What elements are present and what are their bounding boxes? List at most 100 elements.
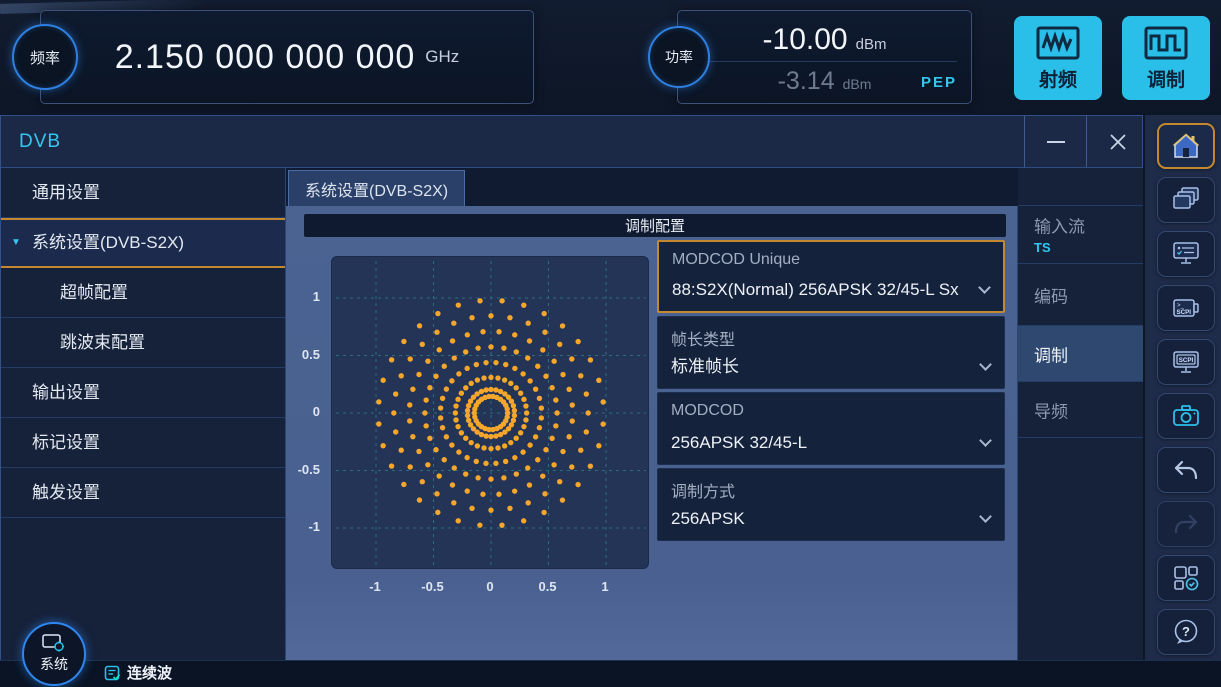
power-unit: dBm (856, 36, 887, 53)
chevron-down-icon (979, 358, 992, 371)
sidebar-item-output-settings[interactable]: 输出设置 (1, 368, 285, 418)
rf-toggle-button[interactable]: 射频 (1014, 16, 1102, 100)
right-tab-pilot[interactable]: 导频 (1018, 382, 1143, 438)
power-main-row: -10.00 dBm (678, 15, 971, 57)
rf-waveform-icon (1035, 25, 1081, 61)
sidebar-item-system-settings[interactable]: ▼ 系统设置(DVB-S2X) (1, 218, 285, 268)
system-menu-button[interactable]: 系统 (22, 622, 86, 686)
y-tick-label: -1 (308, 518, 320, 536)
frequency-display-panel[interactable]: 2.150 000 000 000 GHz (40, 10, 534, 104)
scpi-record-icon: >_ SCPI (1171, 293, 1201, 323)
power-value: -10.00 (763, 23, 848, 57)
right-tab-encoding[interactable]: 编码 (1018, 264, 1143, 326)
sidebar-item-general-settings[interactable]: 通用设置 (1, 168, 285, 218)
rf-button-label: 射频 (1039, 65, 1077, 92)
y-tick-label: 0 (313, 403, 320, 421)
chevron-down-icon (979, 510, 992, 523)
redo-arrow-icon (1171, 509, 1201, 539)
constellation-plot (331, 256, 649, 569)
svg-text:?: ? (1182, 624, 1190, 639)
status-bar: 2023-08-26 16:41 (0, 660, 1221, 687)
field-modcod[interactable]: MODCOD 256APSK 32/45-L (657, 392, 1005, 465)
svg-text:SCPI: SCPI (1177, 309, 1192, 316)
window-titlebar[interactable]: DVB (1, 116, 1142, 168)
field-frame-length-type[interactable]: 帧长类型 标准帧长 (657, 316, 1005, 389)
power-knob-button[interactable]: 功率 (648, 26, 710, 88)
expanded-triangle-icon: ▼ (11, 220, 21, 265)
tab-row: 系统设置(DVB-S2X) (286, 168, 1018, 206)
constellation-svg (332, 257, 650, 570)
signal-mode-label: 连续波 (127, 660, 172, 687)
rail-button-redo[interactable] (1157, 501, 1215, 547)
rail-button-preset-apps[interactable] (1157, 555, 1215, 601)
chevron-down-icon (978, 281, 991, 294)
home-icon (1171, 131, 1201, 161)
rail-button-screenshot[interactable] (1157, 393, 1215, 439)
frequency-unit: GHz (425, 47, 459, 67)
modulation-fields: MODCOD Unique 88:S2X(Normal) 256APSK 32/… (657, 240, 1005, 544)
pep-unit: dBm (843, 76, 872, 92)
top-bar: 2.150 000 000 000 GHz 频率 -10.00 dBm -3.1… (0, 0, 1221, 115)
dvb-window: DVB 通用设置 ▼ 系统设置(DVB-S2X) 超帧配置 跳波束配置 输出设置 (0, 115, 1143, 660)
system-button-label: 系统 (40, 654, 68, 674)
x-tick-label: 0.5 (538, 579, 556, 594)
right-menu-header (1018, 168, 1143, 206)
minimize-icon (1047, 141, 1065, 143)
camera-icon (1171, 401, 1201, 431)
right-tab-modulation[interactable]: 调制 (1018, 326, 1143, 382)
sidebar-item-superframe-config[interactable]: 超帧配置 (1, 268, 285, 318)
rail-button-scpi-display[interactable]: SCPI (1157, 339, 1215, 385)
field-modulation-type[interactable]: 调制方式 256APSK (657, 468, 1005, 541)
rail-button-undo[interactable] (1157, 447, 1215, 493)
minimize-button[interactable] (1024, 116, 1086, 167)
waveform-note-icon (104, 665, 121, 687)
modulation-button-label: 调制 (1147, 65, 1185, 92)
help-icon: ? (1171, 617, 1201, 647)
apps-grid-check-icon (1171, 563, 1201, 593)
pep-label: PEP (921, 74, 957, 91)
system-gear-icon (42, 634, 66, 653)
x-tick-label: 1 (601, 579, 608, 594)
window-title: DVB (19, 116, 61, 168)
close-button[interactable] (1086, 116, 1148, 167)
modulation-section-menu: 输入流 TS 编码 调制 导频 (1018, 168, 1143, 660)
power-row-divider (692, 61, 957, 62)
rail-button-home[interactable] (1157, 123, 1215, 169)
rail-button-scpi-record[interactable]: >_ SCPI (1157, 285, 1215, 331)
x-tick-label: -1 (369, 579, 381, 594)
field-modcod-unique[interactable]: MODCOD Unique 88:S2X(Normal) 256APSK 32/… (657, 240, 1005, 313)
monitor-checklist-icon (1171, 239, 1201, 269)
frequency-knob-button[interactable]: 频率 (12, 24, 78, 90)
signal-generator-screen: { "colors": { "accent_cyan": "#35c6ee", … (0, 0, 1221, 687)
y-axis-tick-labels: 1 0.5 0 -0.5 -1 (288, 256, 326, 569)
close-icon (1108, 132, 1128, 152)
sidebar-item-beam-hopping-config[interactable]: 跳波束配置 (1, 318, 285, 368)
y-tick-label: 0.5 (302, 346, 320, 364)
y-tick-label: 1 (313, 288, 320, 306)
undo-arrow-icon (1171, 455, 1201, 485)
svg-text:SCPI: SCPI (1179, 357, 1194, 364)
modulation-config-panel: 调制配置 -1 -0.5 0 0.5 1 1 0.5 0 -0.5 -1 MODCOD Uniq… (286, 206, 1018, 661)
side-icon-rail: >_ SCPI SCPI (1145, 115, 1221, 660)
modulation-toggle-button[interactable]: 调制 (1122, 16, 1210, 100)
pulse-waveform-icon (1143, 25, 1189, 61)
scpi-display-icon: SCPI (1171, 347, 1201, 377)
rail-button-help[interactable]: ? (1157, 609, 1215, 655)
rail-button-system-options[interactable] (1157, 231, 1215, 277)
stacked-windows-icon (1171, 185, 1201, 215)
sidebar-item-trigger-settings[interactable]: 触发设置 (1, 468, 285, 518)
right-tab-input-stream[interactable]: 输入流 TS (1018, 206, 1143, 264)
panel-header: 调制配置 (304, 214, 1006, 237)
tab-system-settings[interactable]: 系统设置(DVB-S2X) (288, 170, 465, 206)
x-axis-tick-labels: -1-0.500.51 (331, 579, 649, 595)
frequency-value: 2.150 000 000 000 (115, 38, 416, 77)
pep-value: -3.14 (778, 67, 835, 96)
sidebar-item-marker-settings[interactable]: 标记设置 (1, 418, 285, 468)
y-tick-label: -0.5 (298, 461, 320, 479)
chevron-down-icon (979, 434, 992, 447)
input-stream-type-value: TS (1034, 240, 1051, 255)
settings-sidebar: 通用设置 ▼ 系统设置(DVB-S2X) 超帧配置 跳波束配置 输出设置 标记设… (1, 168, 286, 660)
power-display-panel[interactable]: -10.00 dBm -3.14 dBm PEP (677, 10, 972, 104)
x-tick-label: 0 (486, 579, 493, 594)
rail-button-windows[interactable] (1157, 177, 1215, 223)
